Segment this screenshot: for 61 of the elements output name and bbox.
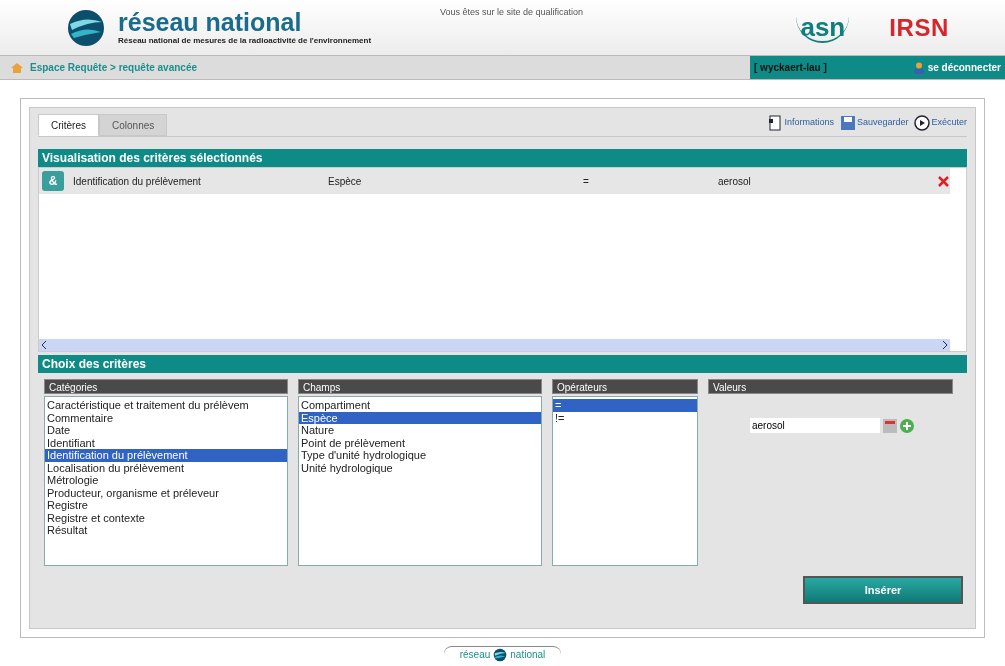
list-item[interactable]: Identification du prélèvement [45,449,287,462]
add-icon[interactable] [900,418,914,433]
tab[interactable]: Critères [38,114,99,136]
play-icon [914,115,931,131]
list-item[interactable]: Localisation du prélèvement [45,461,287,474]
partner-logo: asn [796,12,850,43]
delete-icon[interactable] [938,175,949,187]
calendar-icon[interactable] [883,418,897,433]
list-item[interactable]: Unité hydrologique [299,461,541,474]
list-item[interactable]: Identifiant [45,436,287,449]
table-cell-text: Espèce [328,174,363,189]
globe-icon [493,647,508,662]
list-item[interactable]: Producteur, organisme et préleveur [45,486,287,499]
toolbar-button[interactable]: Sauvegarder [839,115,909,131]
list-item[interactable]: Registre et contexte [45,511,287,524]
list-item[interactable]: Compartiment [299,399,541,412]
scroll-right-icon[interactable] [942,341,948,349]
list-item[interactable]: Commentaire [45,411,287,424]
site-subtitle: Réseau national de mesures de la radioactivité de l'environnement [118,34,373,47]
list-item[interactable]: != [553,411,697,424]
user-name: [ wyckaert-lau ] [754,61,827,75]
list-header: Valeurs [708,379,953,394]
list-header: Opérateurs [552,379,698,394]
insert-button[interactable]: Insérer [803,576,963,604]
scroll-left-icon[interactable] [41,341,47,349]
horizontal-scrollbar[interactable] [39,339,950,351]
list-header: Catégories [44,379,288,394]
list-item[interactable]: = [553,399,697,412]
globe-logo-icon [66,7,106,48]
site-title: réseau national [118,8,303,35]
list-item[interactable]: Nature [299,424,541,437]
list-item[interactable]: Point de prélèvement [299,436,541,449]
list-item[interactable]: Type d'unité hydrologique [299,449,541,462]
list-item[interactable]: Espèce [299,411,541,424]
section-header: Visualisation des critères sélectionnés [38,149,967,167]
footer-logo-text: national [510,648,546,662]
site-notice: Vous êtes sur le site de qualification [440,6,585,19]
list-item[interactable]: Caractéristique et traitement du prélèvem [45,399,287,412]
list-item[interactable]: Registre [45,499,287,512]
list-header: Champs [298,379,542,394]
toolbar-button[interactable]: Informations [767,115,834,131]
list-item[interactable]: Date [45,424,287,437]
user-icon [912,61,925,74]
partner-logo: IRSN [889,13,949,42]
operator-badge: & [42,171,64,191]
list-item[interactable]: Métrologie [45,474,287,487]
table-cell-text: aerosol [718,174,752,189]
table-cell-text: Identification du prélèvement [73,174,202,189]
tab[interactable]: Colonnes [99,114,168,136]
footer-logo-text: réseau [459,648,491,662]
toolbar-button[interactable]: Exécuter [914,115,967,131]
list-item[interactable]: Résultat [45,524,287,537]
section-header: Choix des critères [38,355,967,373]
document-icon [767,115,784,131]
table-cell-text: = [583,174,590,189]
list-box[interactable] [44,396,288,566]
home-icon [10,61,24,74]
list-box[interactable]: Compartiment Espèce Nature Point de prélèvement Type d'unité hydrologique Unité hydrologique [298,396,542,566]
logout-link[interactable]: se déconnecter [912,60,1001,75]
list-box[interactable]: = != [552,396,698,566]
value-field[interactable]: aerosol [750,418,880,433]
